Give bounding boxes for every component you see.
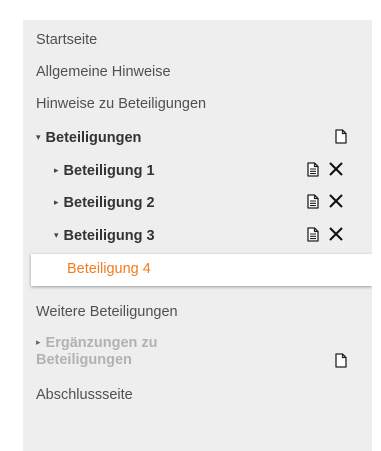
- delete-x-icon[interactable]: [328, 193, 344, 209]
- delete-x-icon[interactable]: [328, 161, 344, 177]
- expanded-arrow-icon[interactable]: ▾: [54, 226, 59, 244]
- nav-item-label: Beteiligung 4: [67, 261, 151, 277]
- nav-item-beteiligung-4-active[interactable]: Beteiligung 4: [31, 254, 372, 286]
- document-icon[interactable]: [307, 227, 319, 242]
- delete-x-icon[interactable]: [328, 226, 344, 242]
- nav-item-beteiligung-1[interactable]: ▸ Beteiligung 1: [54, 161, 155, 180]
- nav-item-beteiligung-2[interactable]: ▸ Beteiligung 2: [54, 193, 155, 212]
- collapsed-arrow-icon: ▸: [36, 337, 41, 347]
- scrollbar-track[interactable]: [372, 20, 381, 451]
- nav-item-label: Ergänzungen zu: [45, 335, 158, 351]
- nav-item-allgemeine-hinweise[interactable]: Allgemeine Hinweise: [36, 63, 171, 81]
- expanded-arrow-icon[interactable]: ▾: [36, 128, 41, 146]
- collapsed-arrow-icon[interactable]: ▸: [54, 193, 59, 211]
- nav-item-hinweise-zu-beteiligungen[interactable]: Hinweise zu Beteiligungen: [36, 95, 206, 113]
- nav-item-beteiligung-3[interactable]: ▾ Beteiligung 3: [54, 226, 155, 245]
- nav-item-label: Beteiligung 2: [63, 195, 155, 211]
- collapsed-arrow-icon[interactable]: ▸: [54, 161, 59, 179]
- nav-item-weitere-beteiligungen[interactable]: Weitere Beteiligungen: [36, 303, 178, 321]
- new-document-icon[interactable]: [335, 353, 347, 368]
- nav-item-ergaenzungen-zu-beteiligungen: ▸ Ergänzungen zu Beteiligungen: [36, 334, 158, 369]
- nav-item-label: Beteiligungen: [45, 130, 142, 146]
- nav-item-beteiligungen[interactable]: ▾ Beteiligungen: [36, 128, 141, 147]
- nav-item-label: Beteiligung 1: [63, 163, 155, 179]
- nav-item-label: Beteiligung 3: [63, 228, 155, 244]
- navigation-panel: Startseite Allgemeine Hinweise Hinweise …: [23, 20, 372, 451]
- nav-item-startseite[interactable]: Startseite: [36, 31, 97, 49]
- document-icon[interactable]: [307, 162, 319, 177]
- nav-item-abschlussseite[interactable]: Abschlussseite: [36, 386, 133, 404]
- document-icon[interactable]: [307, 194, 319, 209]
- new-document-icon[interactable]: [335, 129, 347, 144]
- nav-item-label-continued: Beteiligungen: [36, 352, 132, 368]
